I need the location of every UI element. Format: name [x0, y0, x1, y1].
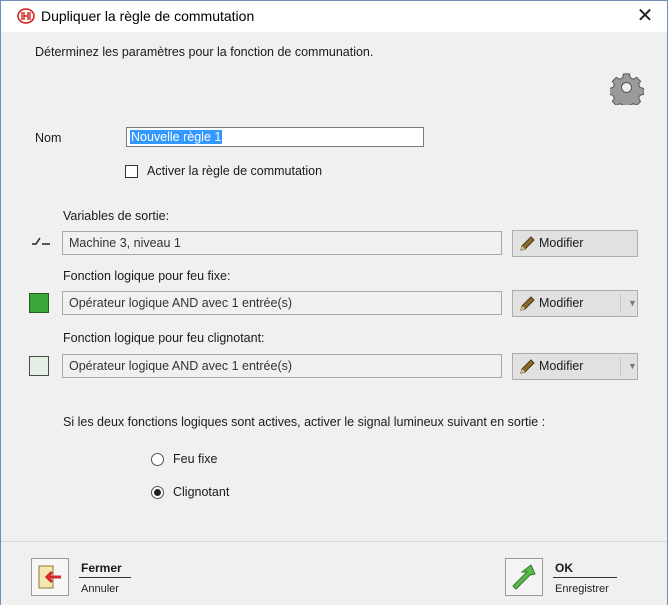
blinking-light-label: Fonction logique pour feu clignotant: — [63, 331, 265, 345]
output-variables-label: Variables de sortie: — [63, 209, 170, 223]
ok-dialog-button[interactable] — [505, 558, 543, 596]
dropdown-arrow-icon[interactable]: ▼ — [628, 354, 637, 379]
modify-output-label: Modifier — [539, 236, 584, 250]
switch-icon — [32, 237, 50, 245]
description-text: Déterminez les paramètres pour la foncti… — [35, 45, 374, 59]
blinking-light-color-swatch — [29, 356, 49, 376]
pencil-icon — [520, 296, 535, 311]
app-logo-icon — [17, 8, 35, 24]
split-divider — [620, 294, 621, 313]
close-dialog-button[interactable] — [31, 558, 69, 596]
close-button-label[interactable]: Fermer — [81, 561, 122, 575]
rule-name-input[interactable]: Nouvelle règle 1 — [126, 127, 424, 147]
ok-divider-line — [553, 577, 617, 578]
activate-rule-checkbox[interactable] — [125, 165, 138, 178]
ok-button-label[interactable]: OK — [555, 561, 573, 575]
gear-icon — [610, 73, 644, 105]
radio-steady-light[interactable] — [151, 453, 164, 466]
activate-rule-label: Activer la règle de commutation — [147, 164, 323, 178]
steady-light-color-swatch — [29, 293, 49, 313]
signal-question-text: Si les deux fonctions logiques sont acti… — [63, 415, 546, 429]
modify-steady-light-button[interactable]: Modifier ▼ — [512, 290, 638, 317]
radio-blinking[interactable] — [151, 486, 164, 499]
ok-button-sublabel: Enregistrer — [555, 583, 609, 595]
radio-blinking-label: Clignotant — [173, 485, 230, 499]
title-bar: Dupliquer la règle de commutation ✕ — [1, 1, 667, 32]
close-divider-line — [79, 577, 131, 578]
modify-output-button[interactable]: Modifier — [512, 230, 638, 257]
blinking-light-function-field[interactable]: Opérateur logique AND avec 1 entrée(s) — [62, 354, 502, 378]
steady-light-function-field[interactable]: Opérateur logique AND avec 1 entrée(s) — [62, 291, 502, 315]
close-button-sublabel: Annuler — [81, 583, 119, 595]
close-window-button[interactable]: ✕ — [623, 1, 667, 32]
dropdown-arrow-icon[interactable]: ▼ — [628, 291, 637, 316]
duplicate-rule-dialog: Dupliquer la règle de commutation ✕ Déte… — [0, 0, 668, 605]
split-divider — [620, 357, 621, 376]
modify-steady-light-label: Modifier — [539, 296, 584, 310]
output-variables-field[interactable]: Machine 3, niveau 1 — [62, 231, 502, 255]
name-label: Nom — [35, 131, 62, 145]
radio-steady-light-label: Feu fixe — [173, 452, 218, 466]
steady-light-label: Fonction logique pour feu fixe: — [63, 269, 231, 283]
dialog-body — [1, 32, 667, 537]
rule-name-value: Nouvelle règle 1 — [130, 130, 223, 144]
pencil-icon — [520, 236, 535, 251]
modify-blinking-light-button[interactable]: Modifier ▼ — [512, 353, 638, 380]
modify-blinking-light-label: Modifier — [539, 359, 584, 373]
window-title: Dupliquer la règle de commutation — [41, 8, 255, 24]
pencil-icon — [520, 359, 535, 374]
radio-selected-dot — [154, 489, 161, 496]
exit-door-icon — [38, 565, 61, 589]
close-icon: ✕ — [636, 5, 654, 27]
check-arrow-icon — [512, 564, 536, 590]
